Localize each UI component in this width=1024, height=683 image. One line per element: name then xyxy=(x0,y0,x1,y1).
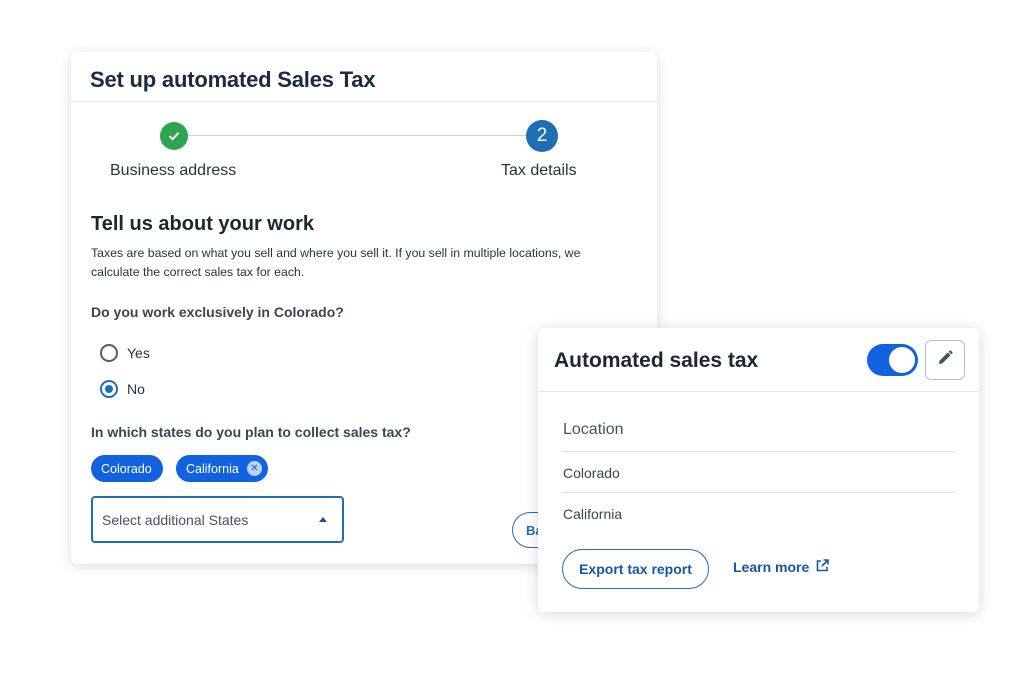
remove-chip-icon[interactable]: ✕ xyxy=(246,461,262,476)
pencil-icon xyxy=(936,349,954,372)
radio-option-yes[interactable]: Yes xyxy=(100,344,150,362)
automated-sales-tax-card: Automated sales tax Location Colorado Ca… xyxy=(538,328,979,612)
row-divider xyxy=(562,492,955,493)
stepper: 2 Business address Tax details xyxy=(71,120,657,182)
tax-card-header: Automated sales tax xyxy=(538,328,979,392)
state-chip-california[interactable]: California ✕ xyxy=(176,455,268,482)
edit-button[interactable] xyxy=(925,340,965,380)
radio-no-label: No xyxy=(127,381,145,397)
section-description: Taxes are based on what you sell and whe… xyxy=(91,246,581,279)
row-divider xyxy=(562,451,955,452)
setup-title: Set up automated Sales Tax xyxy=(71,52,657,102)
toggle-knob xyxy=(889,347,915,373)
states-select[interactable]: Select additional States xyxy=(91,496,344,543)
step-label-tax-details: Tax details xyxy=(501,162,577,179)
step-label-business-address: Business address xyxy=(110,162,237,179)
external-link-icon xyxy=(816,559,830,575)
location-row: Colorado xyxy=(563,465,620,481)
learn-more-link[interactable]: Learn more xyxy=(733,559,830,575)
step-connector xyxy=(187,135,527,136)
learn-more-label: Learn more xyxy=(733,559,810,575)
sales-tax-toggle[interactable] xyxy=(867,344,918,376)
section-heading: Tell us about your work xyxy=(91,213,314,235)
step-complete-check-icon xyxy=(160,122,188,150)
question-colorado: Do you work exclusively in Colorado? xyxy=(91,304,344,320)
location-column-header: Location xyxy=(563,421,624,438)
chip-label: California xyxy=(186,461,239,476)
step-current-number: 2 xyxy=(526,120,558,152)
question-states: In which states do you plan to collect s… xyxy=(91,424,411,440)
caret-up-icon xyxy=(319,517,327,522)
chip-label: Colorado xyxy=(101,461,152,476)
radio-yes[interactable] xyxy=(100,344,118,362)
export-tax-report-button[interactable]: Export tax report xyxy=(562,549,709,589)
radio-option-no[interactable]: No xyxy=(100,380,145,398)
radio-yes-label: Yes xyxy=(127,345,150,361)
radio-no[interactable] xyxy=(100,380,118,398)
location-row: California xyxy=(563,506,623,522)
tax-card-title: Automated sales tax xyxy=(554,349,759,372)
states-select-placeholder: Select additional States xyxy=(102,511,249,528)
state-chip-colorado[interactable]: Colorado xyxy=(91,455,163,482)
